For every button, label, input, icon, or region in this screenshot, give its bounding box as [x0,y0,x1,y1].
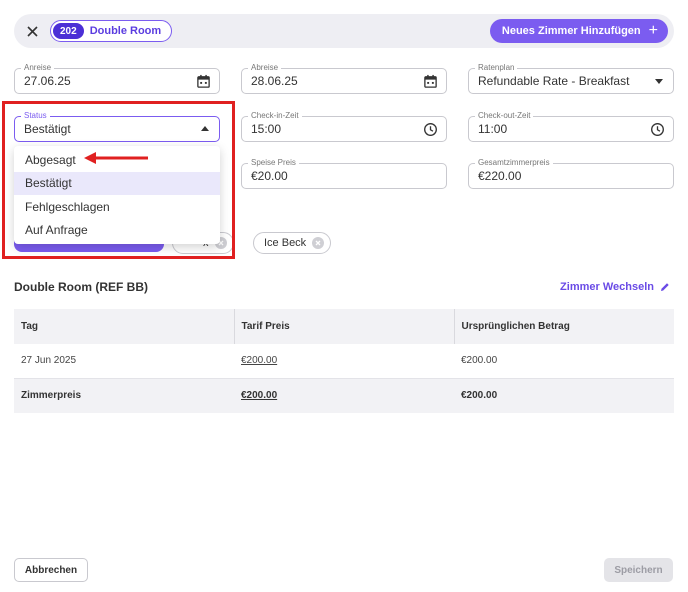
total-room-price-field[interactable]: Gesamtzimmerpreis €220.00 [468,158,674,189]
food-price-value: €20.00 [251,169,288,183]
arrival-value: 27.06.25 [24,74,71,88]
annotation-arrow-icon [84,152,148,164]
total-price-label: Gesamtzimmerpreis [475,158,553,168]
room-chip: 202 Double Room [50,20,173,42]
guest-tag-ice-beck: Ice Beck [253,232,332,254]
departure-date-field[interactable]: Abreise 28.06.25 [241,63,447,94]
add-room-button[interactable]: Neues Zimmer Hinzufügen + [489,19,668,43]
checkin-value: 15:00 [251,122,282,136]
close-icon[interactable] [22,21,42,41]
room-number-badge: 202 [53,23,84,39]
guest-tag-label: Ice Beck [264,237,307,249]
checkin-label: Check-in-Zeit [248,111,302,121]
table-header-row: Tag Tarif Preis Ursprünglichen Betrag [14,309,674,344]
table-row: 27 Jun 2025 €200.00 €200.00 [14,343,674,379]
calendar-icon[interactable] [423,74,438,89]
checkout-time-field[interactable]: Check-out-Zeit 11:00 [468,111,674,142]
rate-plan-label: Ratenplan [475,63,518,73]
table-total-row: Zimmerpreis €200.00 €200.00 [14,378,674,413]
total-rate-price[interactable]: €200.00 [234,378,454,413]
departure-label: Abreise [248,63,282,73]
departure-value: 28.06.25 [251,74,298,88]
food-price-field[interactable]: Speise Preis €20.00 [241,158,447,189]
arrival-label: Anreise [21,63,55,73]
change-room-label: Zimmer Wechseln [560,281,654,293]
caret-down-icon [655,79,663,84]
checkin-time-field[interactable]: Check-in-Zeit 15:00 [241,111,447,142]
cancel-button[interactable]: Abbrechen [14,558,88,582]
pencil-icon [661,283,669,291]
room-header-bar: 202 Double Room Neues Zimmer Hinzufügen … [14,14,674,48]
checkout-label: Check-out-Zeit [475,111,534,121]
food-price-label: Speise Preis [248,158,299,168]
room-name: Double Room [89,25,162,37]
annotation-highlight-box [2,101,235,259]
rate-price-link[interactable]: €200.00 [241,355,277,366]
column-header-day: Tag [14,309,235,344]
cell-original-amount: €200.00 [454,343,674,379]
change-room-link[interactable]: Zimmer Wechseln [560,281,670,293]
rate-table: Tag Tarif Preis Ursprünglichen Betrag 27… [14,309,674,413]
plus-icon: + [648,22,658,39]
total-label: Zimmerpreis [14,378,234,413]
total-price-value: €220.00 [478,169,522,183]
checkout-value: 11:00 [478,122,508,136]
rate-plan-value: Refundable Rate - Breakfast [478,74,630,88]
cell-rate-price[interactable]: €200.00 [234,343,454,379]
column-header-original-amount: Ursprünglichen Betrag [454,309,674,344]
remove-tag-icon[interactable] [312,237,325,249]
calendar-icon[interactable] [196,74,211,89]
cell-day: 27 Jun 2025 [14,343,234,379]
add-room-label: Neues Zimmer Hinzufügen [501,25,641,37]
save-button[interactable]: Speichern [604,558,673,582]
rate-plan-select[interactable]: Ratenplan Refundable Rate - Breakfast [468,63,674,94]
total-original-amount: €200.00 [454,378,674,413]
total-rate-price-link[interactable]: €200.00 [241,390,277,401]
arrival-date-field[interactable]: Anreise 27.06.25 [14,63,220,94]
clock-icon[interactable] [423,122,438,137]
clock-icon[interactable] [650,122,665,137]
column-header-rate-price: Tarif Preis [234,309,455,344]
room-section-title: Double Room (REF BB) [14,280,148,294]
